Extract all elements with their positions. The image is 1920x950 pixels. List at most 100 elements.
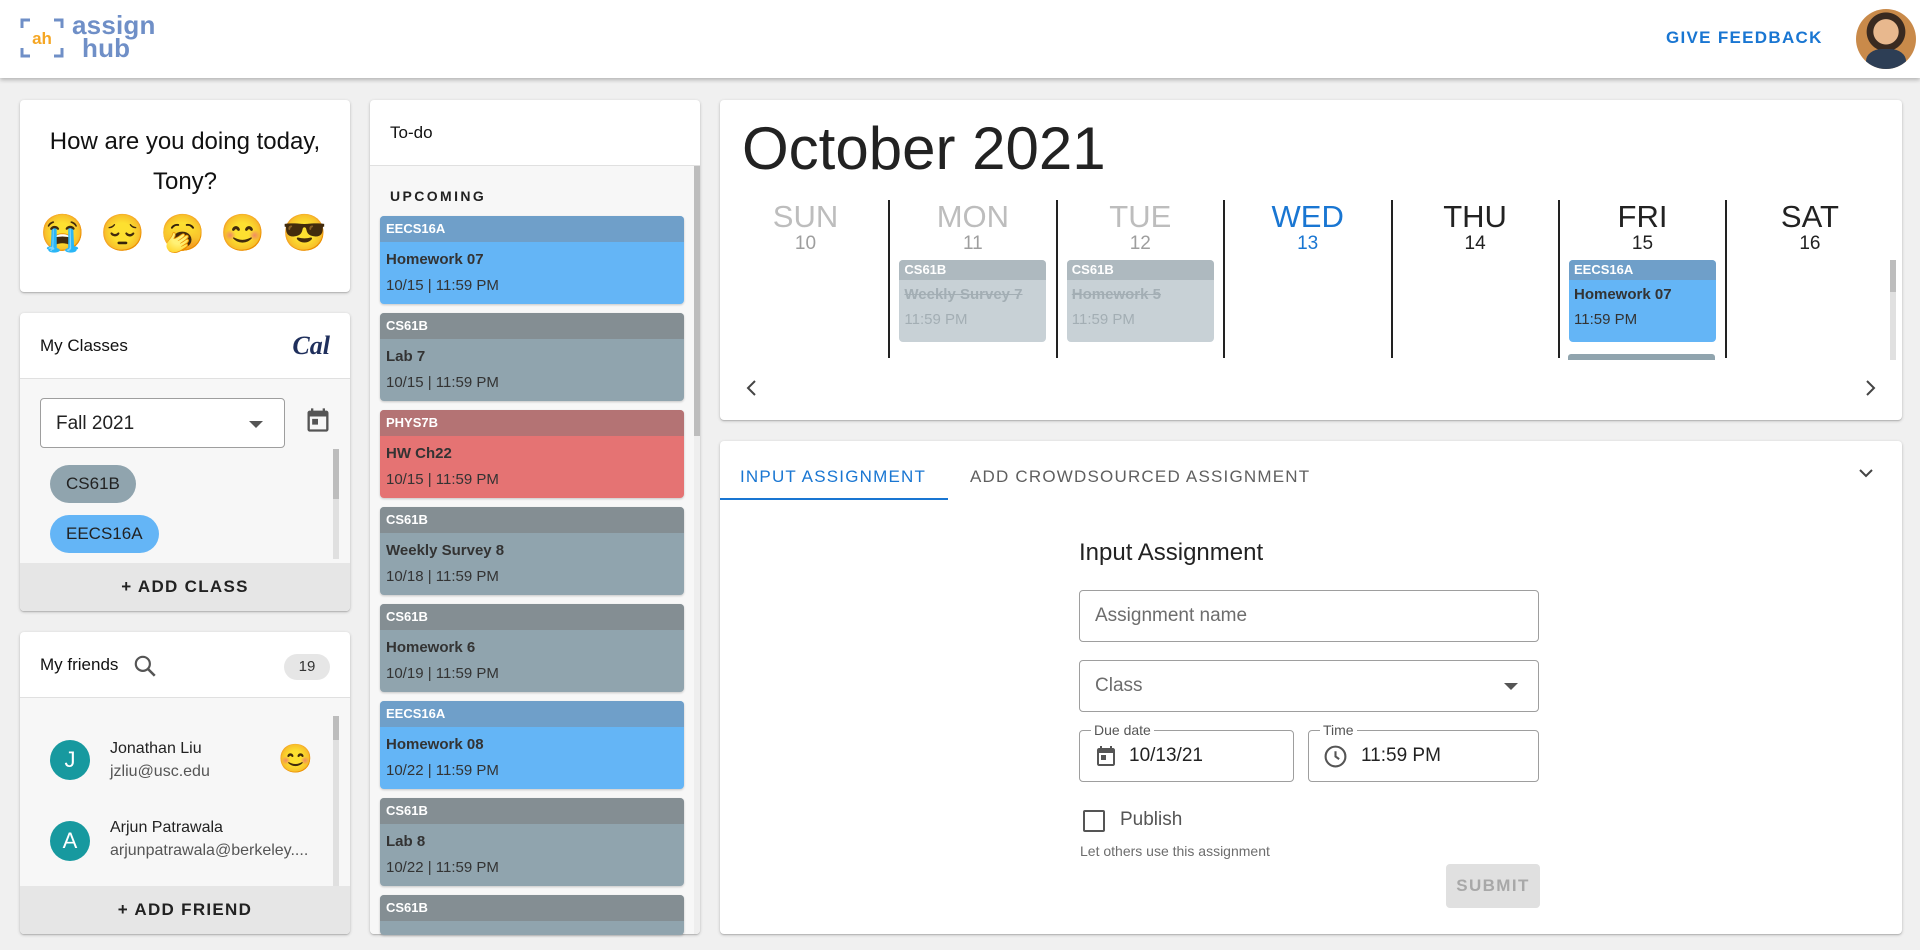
- task-name: Lab 7: [386, 348, 426, 365]
- cal-logo: Cal: [292, 331, 330, 360]
- todo-task-card[interactable]: EECS16A Homework 08 10/22 | 11:59 PM: [380, 701, 684, 789]
- task-class-label: CS61B: [380, 313, 684, 339]
- clock-icon[interactable]: [1323, 744, 1348, 769]
- class-placeholder: Class: [1095, 675, 1143, 696]
- tab-input-assignment[interactable]: INPUT ASSIGNMENT: [740, 467, 926, 487]
- upcoming-label: UPCOMING: [390, 188, 487, 204]
- add-friend-button[interactable]: + ADD FRIEND: [20, 886, 350, 934]
- expand-chevron-icon[interactable]: [1854, 461, 1878, 485]
- friends-scrollbar[interactable]: [333, 716, 339, 886]
- day-name: TUE: [1109, 199, 1172, 234]
- calendar-event[interactable]: EECS16A Homework 07 11:59 PM: [1569, 260, 1716, 342]
- day-column-mon[interactable]: MON 11: [889, 200, 1056, 254]
- user-avatar[interactable]: [1856, 9, 1916, 69]
- event-name: Weekly Survey 7: [904, 286, 1023, 303]
- day-number: 11: [963, 233, 983, 254]
- todo-task-card[interactable]: CS61B: [380, 895, 684, 935]
- assignment-input-card: INPUT ASSIGNMENT ADD CROWDSOURCED ASSIGN…: [720, 441, 1902, 934]
- assignment-name-input[interactable]: Assignment name: [1079, 590, 1539, 642]
- day-divider: [1055, 200, 1058, 358]
- mood-card: How are you doing today, Tony? 😭 😔 🥱 😊 😎: [20, 100, 350, 292]
- friend-email: jzliu@usc.edu: [110, 763, 210, 780]
- term-value: Fall 2021: [56, 413, 135, 434]
- todo-task-card[interactable]: CS61B Lab 8 10/22 | 11:59 PM: [380, 798, 684, 886]
- task-class-label: EECS16A: [380, 701, 684, 727]
- task-name: Homework 07: [386, 251, 484, 268]
- calendar-scrollbar[interactable]: [1890, 260, 1896, 360]
- give-feedback-button[interactable]: GIVE FEEDBACK: [1666, 28, 1823, 48]
- task-class-label: EECS16A: [380, 216, 684, 242]
- day-divider: [888, 200, 891, 358]
- publish-helper-text: Let others use this assignment: [1080, 843, 1270, 859]
- class-chip-cs61b[interactable]: CS61B: [50, 465, 136, 503]
- mood-cool-emoji[interactable]: 😎: [282, 212, 327, 254]
- day-column-tue[interactable]: TUE 12: [1057, 200, 1224, 254]
- day-column-sun[interactable]: SUN 10: [722, 200, 889, 254]
- previous-week-arrow-icon[interactable]: [740, 376, 764, 400]
- friend-mood-emoji: 😊: [278, 743, 313, 774]
- active-tab-indicator: [720, 498, 948, 500]
- event-time: 11:59 PM: [1071, 311, 1135, 328]
- day-name: FRI: [1617, 199, 1668, 234]
- tab-add-crowdsourced-assignment[interactable]: ADD CROWDSOURCED ASSIGNMENT: [970, 467, 1310, 487]
- friend-name: Arjun Patrawala: [110, 819, 223, 836]
- todo-scrollbar[interactable]: [694, 166, 700, 934]
- friend-row[interactable]: A Arjun Patrawala arjunpatrawala@berkele…: [20, 807, 350, 887]
- event-name: Homework 5: [1071, 286, 1161, 303]
- todo-task-card[interactable]: CS61B Lab 7 10/15 | 11:59 PM: [380, 313, 684, 401]
- task-name: Weekly Survey 8: [386, 542, 505, 559]
- mood-question: How are you doing today, Tony?: [49, 128, 321, 195]
- task-name: Homework 6: [386, 639, 476, 656]
- add-class-button[interactable]: + ADD CLASS: [20, 563, 350, 611]
- friend-count-badge: 19: [284, 654, 330, 680]
- day-name: THU: [1443, 199, 1507, 234]
- day-number: 15: [1631, 233, 1654, 254]
- day-name: SAT: [1780, 199, 1839, 234]
- task-class-label: CS61B: [380, 507, 684, 533]
- todo-task-card[interactable]: PHYS7B HW Ch22 10/15 | 11:59 PM: [380, 410, 684, 498]
- due-date-field[interactable]: Due date 10/13/21: [1079, 722, 1294, 782]
- mood-tired-emoji[interactable]: 🥱: [160, 212, 205, 254]
- chevron-down-icon: [1504, 683, 1518, 690]
- todo-task-card[interactable]: EECS16A Homework 07 10/15 | 11:59 PM: [380, 216, 684, 304]
- todo-task-card[interactable]: CS61B Weekly Survey 8 10/18 | 11:59 PM: [380, 507, 684, 595]
- calendar-icon[interactable]: [304, 406, 332, 434]
- day-column-wed[interactable]: WED 13: [1224, 200, 1391, 254]
- assignhub-logo[interactable]: ah assign hub: [18, 12, 155, 64]
- friends-header: My friends 19: [20, 632, 350, 698]
- mood-crying-emoji[interactable]: 😭: [40, 212, 85, 254]
- mood-sad-emoji[interactable]: 😔: [100, 212, 145, 254]
- term-select[interactable]: Fall 2021: [40, 398, 285, 448]
- mood-happy-emoji[interactable]: 😊: [220, 212, 265, 254]
- day-column-fri[interactable]: FRI 15: [1559, 200, 1726, 254]
- day-column-thu[interactable]: THU 14: [1392, 200, 1559, 254]
- day-number: 14: [1464, 233, 1486, 254]
- time-label: Time: [1320, 722, 1357, 738]
- calendar-icon[interactable]: [1094, 744, 1118, 768]
- friend-avatar: A: [50, 821, 90, 861]
- calendar-event-overflow[interactable]: [1568, 354, 1715, 360]
- day-number: 10: [794, 233, 817, 254]
- todo-task-card[interactable]: CS61B Homework 6 10/19 | 11:59 PM: [380, 604, 684, 692]
- day-name: SUN: [772, 199, 839, 234]
- friend-row[interactable]: J Jonathan Liu jzliu@usc.edu 😊: [20, 726, 350, 806]
- publish-checkbox[interactable]: [1083, 810, 1105, 832]
- class-chip-eecs16a[interactable]: EECS16A: [50, 515, 159, 553]
- calendar-event[interactable]: CS61B Weekly Survey 7 11:59 PM: [899, 260, 1047, 342]
- time-field[interactable]: Time 11:59 PM: [1308, 722, 1539, 782]
- class-select[interactable]: Class: [1079, 660, 1539, 712]
- event-time: 11:59 PM: [1574, 311, 1638, 328]
- day-column-sat[interactable]: SAT 16: [1726, 200, 1893, 254]
- task-name: Lab 8: [386, 833, 426, 850]
- task-due-date: 10/22 | 11:59 PM: [386, 762, 499, 779]
- next-week-arrow-icon[interactable]: [1858, 376, 1882, 400]
- due-date-value: 10/13/21: [1129, 745, 1203, 766]
- friend-email: arjunpatrawala@berkeley....: [110, 842, 309, 859]
- search-icon[interactable]: [132, 653, 158, 679]
- day-divider: [1725, 200, 1728, 358]
- classes-header: My Classes Cal: [20, 313, 350, 379]
- calendar-event[interactable]: CS61B Homework 5 11:59 PM: [1066, 260, 1214, 342]
- classes-scrollbar[interactable]: [333, 449, 339, 559]
- task-class-label: CS61B: [380, 895, 684, 921]
- submit-button[interactable]: SUBMIT: [1446, 864, 1540, 908]
